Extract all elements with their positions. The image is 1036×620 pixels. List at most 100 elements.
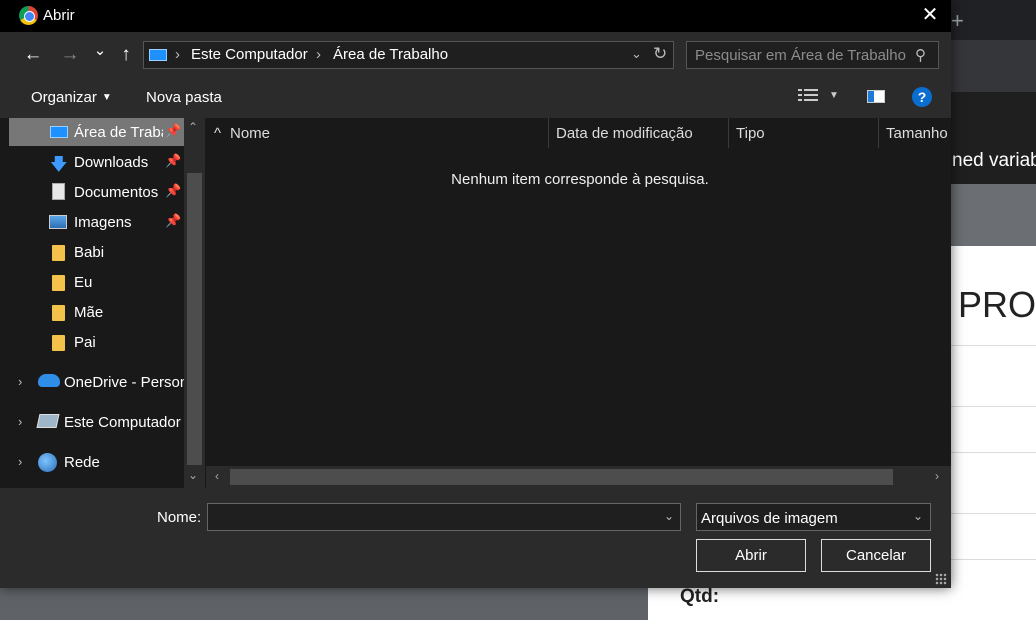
- pin-icon: 📌: [165, 183, 182, 198]
- column-header-nome[interactable]: Nome ^: [206, 118, 549, 148]
- dialog-footer: Nome: ⌄ Arquivos de imagem ⌄ Abrir Cance…: [0, 488, 951, 588]
- back-button[interactable]: ←: [21, 42, 45, 68]
- nav-pane-scrollbar[interactable]: ⌃ ⌄: [184, 118, 205, 488]
- nav-item-label: Downloads: [74, 154, 149, 171]
- filename-label: Nome:: [157, 509, 202, 526]
- breadcrumb-separator[interactable]: ›: [316, 46, 321, 63]
- scrollbar-thumb[interactable]: [230, 469, 893, 485]
- folder-icon: [52, 275, 65, 291]
- column-header-tipo[interactable]: Tipo: [729, 118, 879, 148]
- close-button[interactable]: ✕: [914, 0, 946, 32]
- pin-icon: 📌: [165, 213, 182, 228]
- scroll-left-icon[interactable]: ‹: [215, 469, 219, 483]
- onedrive-icon: [38, 374, 60, 387]
- new-tab-button[interactable]: +: [951, 8, 964, 34]
- image-icon: [49, 215, 67, 229]
- new-folder-button[interactable]: Nova pasta: [146, 89, 222, 106]
- dialog-title: Abrir: [43, 7, 75, 24]
- nav-item-rede[interactable]: › Rede: [9, 448, 185, 476]
- forward-button[interactable]: →: [58, 42, 82, 68]
- nav-item-documentos[interactable]: Documentos 📌: [9, 178, 185, 206]
- folder-icon: [52, 245, 65, 261]
- filename-input[interactable]: [214, 508, 654, 525]
- search-box[interactable]: ⚲: [686, 41, 939, 69]
- dialog-titlebar: Abrir ✕: [0, 0, 951, 32]
- file-list-hscrollbar[interactable]: ‹ ›: [206, 466, 951, 488]
- refresh-icon[interactable]: ↻: [653, 44, 667, 64]
- nav-item-label: Rede: [64, 454, 100, 471]
- nav-item-label: Área de Trabalho: [74, 124, 163, 141]
- open-button[interactable]: Abrir: [696, 539, 806, 572]
- nav-item-label: Imagens: [74, 214, 132, 231]
- search-input[interactable]: [695, 47, 910, 64]
- column-header-data[interactable]: Data de modificação: [549, 118, 729, 148]
- nav-item-este-computador[interactable]: › Este Computador: [9, 408, 185, 436]
- chrome-icon: [19, 6, 38, 25]
- page-header-text: ned variab: [952, 150, 1036, 171]
- nav-item-label: Este Computador: [64, 414, 181, 431]
- chevron-right-icon[interactable]: ›: [18, 374, 22, 389]
- folder-icon: [52, 305, 65, 321]
- column-label: Tipo: [736, 125, 765, 142]
- scroll-right-icon[interactable]: ›: [935, 469, 939, 483]
- filename-combobox[interactable]: ⌄: [207, 503, 681, 531]
- nav-item-imagens[interactable]: Imagens 📌: [9, 208, 185, 236]
- nav-item-label: Pai: [74, 334, 96, 351]
- navigation-pane: Área de Trabalho 📌 🡇 Downloads 📌 Documen…: [9, 118, 205, 488]
- download-icon: 🡇: [50, 155, 68, 174]
- recent-locations-dropdown[interactable]: ⌄: [92, 38, 108, 64]
- cancel-button[interactable]: Cancelar: [821, 539, 931, 572]
- organize-menu[interactable]: Organizar ▼: [31, 89, 112, 106]
- organize-label: Organizar: [31, 89, 97, 106]
- up-button[interactable]: ↑: [115, 42, 137, 68]
- chevron-right-icon[interactable]: ›: [18, 414, 22, 429]
- view-dropdown-icon[interactable]: ▼: [829, 90, 839, 101]
- nav-item-mae[interactable]: Mãe: [9, 298, 185, 326]
- view-options-icon[interactable]: [798, 88, 818, 104]
- desktop-icon: [50, 126, 68, 138]
- column-header-tamanho[interactable]: Tamanho: [879, 118, 951, 148]
- preview-pane-icon[interactable]: [867, 90, 885, 103]
- breadcrumb-separator[interactable]: ›: [175, 46, 180, 63]
- card-title: PRO: [958, 284, 1036, 325]
- network-icon: [38, 453, 57, 472]
- chevron-down-icon[interactable]: ⌄: [913, 509, 923, 523]
- file-type-select[interactable]: Arquivos de imagem ⌄: [696, 503, 931, 531]
- navigation-bar: ← → ⌄ ↑ › Este Computador › Área de Trab…: [0, 32, 951, 78]
- caret-down-icon: ▼: [101, 92, 112, 103]
- chevron-down-icon[interactable]: ⌄: [664, 509, 674, 523]
- sort-ascending-icon: ^: [214, 125, 222, 142]
- open-file-dialog: Abrir ✕ ← → ⌄ ↑ › Este Computador › Área…: [0, 0, 951, 588]
- nav-item-downloads[interactable]: 🡇 Downloads 📌: [9, 148, 185, 176]
- nav-item-eu[interactable]: Eu: [9, 268, 185, 296]
- breadcrumb-este-computador[interactable]: Este Computador: [191, 46, 308, 63]
- search-icon[interactable]: ⚲: [915, 46, 926, 64]
- file-list: Nome ^ Data de modificação Tipo Tamanho …: [206, 118, 951, 466]
- nav-item-label: Babi: [74, 244, 105, 261]
- command-bar: Organizar ▼ Nova pasta ▼ ?: [0, 78, 951, 118]
- pin-icon: 📌: [165, 123, 182, 138]
- folder-icon: [52, 335, 65, 351]
- nav-item-onedrive[interactable]: › OneDrive - Personal: [9, 368, 185, 396]
- address-dropdown-icon[interactable]: ⌄: [631, 46, 642, 62]
- scroll-up-icon[interactable]: ⌃: [188, 120, 198, 134]
- chevron-right-icon[interactable]: ›: [18, 454, 22, 469]
- scroll-down-icon[interactable]: ⌄: [188, 468, 198, 482]
- nav-item-label: Eu: [74, 274, 93, 291]
- column-label: Data de modificação: [556, 125, 693, 142]
- column-label: Nome: [230, 125, 271, 142]
- nav-item-label: OneDrive - Personal: [64, 374, 184, 391]
- empty-message: Nenhum item corresponde à pesquisa.: [451, 171, 709, 188]
- nav-item-babi[interactable]: Babi: [9, 238, 185, 266]
- nav-item-label: Mãe: [74, 304, 104, 321]
- nav-item-area-de-trabalho[interactable]: Área de Trabalho 📌: [9, 118, 185, 146]
- qtd-label: Qtd:: [680, 586, 720, 607]
- nav-item-label: Documentos: [74, 184, 159, 201]
- resize-grip-icon[interactable]: [935, 573, 947, 585]
- help-icon[interactable]: ?: [912, 87, 932, 107]
- breadcrumb-area-de-trabalho[interactable]: Área de Trabalho: [333, 46, 448, 63]
- nav-item-pai[interactable]: Pai: [9, 328, 185, 356]
- address-bar[interactable]: › Este Computador › Área de Trabalho ⌄ ↻: [143, 41, 674, 69]
- scrollbar-thumb[interactable]: [187, 173, 202, 465]
- column-label: Tamanho: [886, 125, 948, 142]
